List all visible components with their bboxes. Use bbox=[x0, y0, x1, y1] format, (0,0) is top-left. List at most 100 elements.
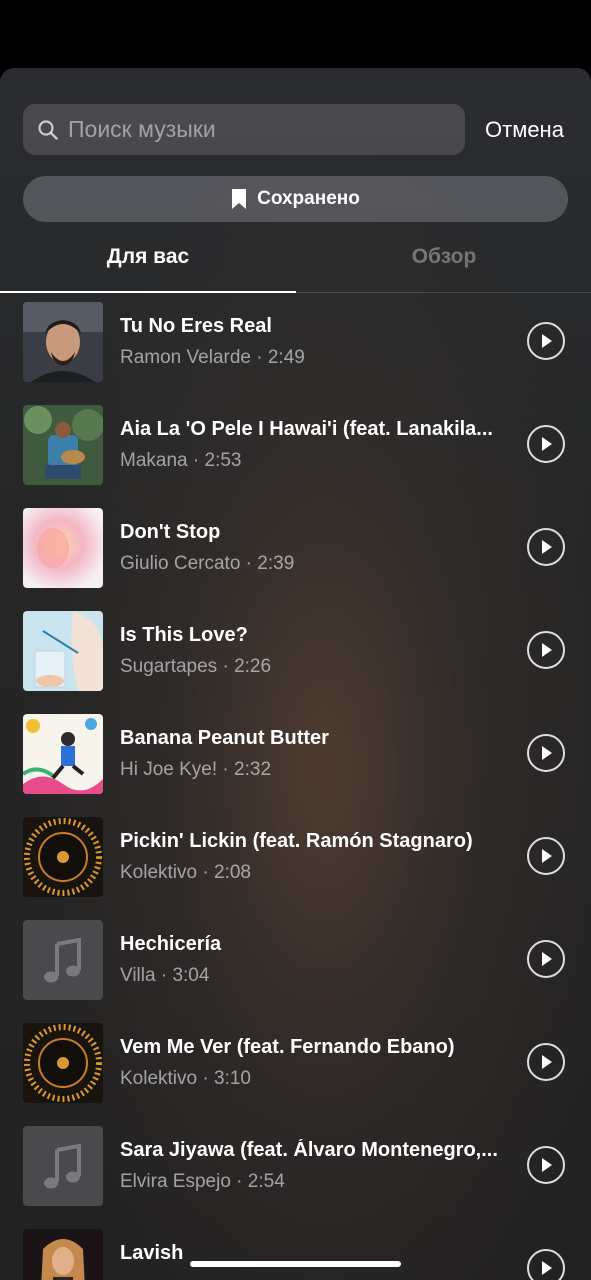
track-duration: 2:49 bbox=[267, 347, 305, 368]
track-artist: Elvira Espejo bbox=[120, 1171, 231, 1192]
track-meta: Villa · 3:04 bbox=[120, 965, 209, 987]
track-duration: 2:32 bbox=[234, 759, 272, 780]
tab-for-you-label: Для вас bbox=[106, 245, 190, 268]
play-button[interactable] bbox=[527, 837, 565, 875]
track-meta: Giulio Cercato · 2:39 bbox=[120, 553, 294, 575]
track-row[interactable]: Vem Me Ver (feat. Fernando Ebano) Kolekti… bbox=[0, 1023, 591, 1126]
play-button[interactable] bbox=[527, 1146, 565, 1184]
music-note-icon bbox=[23, 1126, 103, 1206]
track-row[interactable]: Is This Love? Sugartapes · 2:26 bbox=[0, 611, 591, 714]
track-artist: Giulio Cercato bbox=[120, 553, 241, 574]
search-box[interactable] bbox=[23, 104, 465, 155]
track-row[interactable]: Aia La 'O Pele I Hawai'i (feat. Lanakila… bbox=[0, 405, 591, 508]
cancel-button[interactable]: Отмена bbox=[485, 104, 564, 155]
track-artist: Makana bbox=[120, 450, 188, 471]
tab-browse[interactable]: Обзор bbox=[296, 238, 591, 292]
track-title: Don't Stop bbox=[120, 521, 221, 543]
album-cover bbox=[23, 714, 103, 794]
tab-browse-label: Обзор bbox=[411, 245, 477, 268]
track-meta: Ramon Velarde · 2:49 bbox=[120, 347, 305, 369]
play-icon bbox=[542, 334, 552, 348]
track-duration: 2:53 bbox=[204, 450, 242, 471]
track-title: Aia La 'O Pele I Hawai'i (feat. Lanakila… bbox=[120, 418, 493, 440]
track-row[interactable]: Sara Jiyawa (feat. Álvaro Montenegro,...… bbox=[0, 1126, 591, 1229]
track-duration: 2:26 bbox=[234, 656, 272, 677]
search-row: Отмена bbox=[23, 104, 583, 156]
track-title: Banana Peanut Butter bbox=[120, 727, 329, 749]
play-icon bbox=[542, 746, 552, 760]
track-artist: Kolektivo bbox=[120, 862, 198, 883]
album-cover bbox=[23, 1126, 103, 1206]
track-meta: Kolektivo · 2:08 bbox=[120, 862, 251, 884]
album-cover bbox=[23, 611, 103, 691]
play-icon bbox=[542, 540, 552, 554]
meta-separator: · bbox=[217, 656, 235, 677]
meta-separator: · bbox=[155, 965, 173, 986]
meta-separator: · bbox=[240, 553, 258, 574]
play-icon bbox=[542, 849, 552, 863]
play-button[interactable] bbox=[527, 1043, 565, 1081]
track-title: Sara Jiyawa (feat. Álvaro Montenegro,... bbox=[120, 1139, 498, 1161]
track-row[interactable]: Lavish bbox=[0, 1229, 591, 1280]
track-row[interactable]: Hechicería Villa · 3:04 bbox=[0, 920, 591, 1023]
play-icon bbox=[542, 1261, 552, 1275]
track-row[interactable]: Don't Stop Giulio Cercato · 2:39 bbox=[0, 508, 591, 611]
play-button[interactable] bbox=[527, 734, 565, 772]
play-icon bbox=[542, 1055, 552, 1069]
track-meta: Sugartapes · 2:26 bbox=[120, 656, 271, 678]
play-icon bbox=[542, 1158, 552, 1172]
track-title: Pickin' Lickin (feat. Ramón Stagnaro) bbox=[120, 830, 473, 852]
album-cover bbox=[23, 817, 103, 897]
play-icon bbox=[542, 952, 552, 966]
track-duration: 2:54 bbox=[247, 1171, 285, 1192]
album-cover bbox=[23, 920, 103, 1000]
play-icon bbox=[542, 437, 552, 451]
home-indicator bbox=[190, 1261, 401, 1267]
track-artist: Hi Joe Kye! bbox=[120, 759, 218, 780]
play-button[interactable] bbox=[527, 1249, 565, 1280]
tab-bar: Для вас Обзор bbox=[0, 238, 591, 293]
track-duration: 2:08 bbox=[214, 862, 251, 883]
track-meta: Kolektivo · 3:10 bbox=[120, 1068, 251, 1090]
track-artist: Ramon Velarde bbox=[120, 347, 251, 368]
active-tab-indicator bbox=[0, 291, 296, 293]
track-artist: Villa bbox=[120, 965, 156, 986]
track-row[interactable]: Banana Peanut Butter Hi Joe Kye! · 2:32 bbox=[0, 714, 591, 817]
tab-for-you[interactable]: Для вас bbox=[0, 238, 296, 292]
track-title: Hechicería bbox=[120, 933, 222, 955]
track-meta: Makana · 2:53 bbox=[120, 450, 241, 472]
track-meta: Elvira Espejo · 2:54 bbox=[120, 1171, 285, 1193]
album-cover bbox=[23, 405, 103, 485]
music-picker-sheet: Отмена Сохранено Для вас Обзор Tu No Ere… bbox=[0, 68, 591, 1280]
track-title: Is This Love? bbox=[120, 624, 248, 646]
play-button[interactable] bbox=[527, 322, 565, 360]
saved-button-label: Сохранено bbox=[257, 188, 360, 209]
album-cover bbox=[23, 1023, 103, 1103]
play-button[interactable] bbox=[527, 425, 565, 463]
track-artist: Sugartapes bbox=[120, 656, 218, 677]
bookmark-icon bbox=[232, 189, 247, 209]
track-duration: 3:10 bbox=[214, 1068, 251, 1089]
track-artist: Kolektivo bbox=[120, 1068, 198, 1089]
track-duration: 2:39 bbox=[257, 553, 295, 574]
play-button[interactable] bbox=[527, 528, 565, 566]
saved-button[interactable]: Сохранено bbox=[23, 176, 568, 222]
track-duration: 3:04 bbox=[172, 965, 210, 986]
meta-separator: · bbox=[187, 450, 205, 471]
album-cover bbox=[23, 302, 103, 382]
play-button[interactable] bbox=[527, 940, 565, 978]
meta-separator: · bbox=[197, 1068, 214, 1089]
search-input[interactable] bbox=[68, 104, 448, 155]
play-button[interactable] bbox=[527, 631, 565, 669]
album-cover bbox=[23, 508, 103, 588]
meta-separator: · bbox=[197, 862, 214, 883]
search-icon bbox=[38, 120, 58, 140]
track-row[interactable]: Pickin' Lickin (feat. Ramón Stagnaro) Kol… bbox=[0, 817, 591, 920]
meta-separator: · bbox=[230, 1171, 248, 1192]
track-meta: Hi Joe Kye! · 2:32 bbox=[120, 759, 271, 781]
track-title: Vem Me Ver (feat. Fernando Ebano) bbox=[120, 1036, 455, 1058]
track-row[interactable]: Tu No Eres Real Ramon Velarde · 2:49 bbox=[0, 302, 591, 405]
album-cover bbox=[23, 1229, 103, 1280]
meta-separator: · bbox=[217, 759, 235, 780]
meta-separator: · bbox=[250, 347, 268, 368]
